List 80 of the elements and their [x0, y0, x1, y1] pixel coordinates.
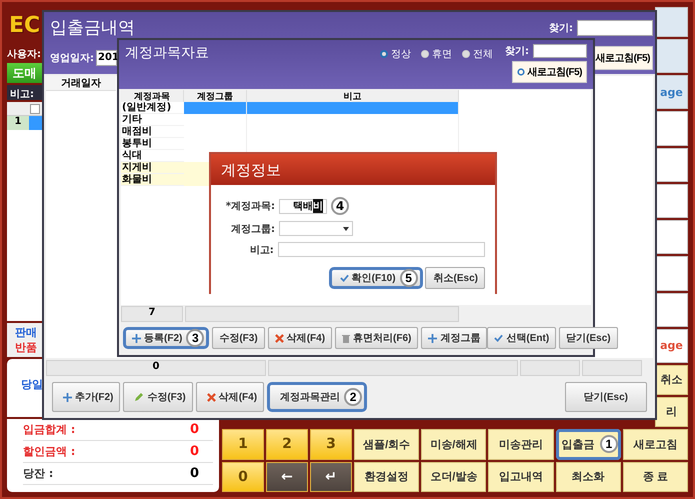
account-name[interactable]: (일반계정): [121, 102, 184, 114]
memo-label: 비고:: [7, 85, 44, 100]
filter-radio[interactable]: 휴면: [421, 47, 452, 61]
function-button[interactable]: 종 료: [622, 462, 688, 492]
dialog-button[interactable]: 취소(Esc): [424, 267, 485, 289]
toolbar-button[interactable]: 수정(F3): [123, 382, 193, 412]
input-field[interactable]: 택배비: [279, 198, 327, 214]
toolbar-button[interactable]: 계정과목관리 2: [267, 382, 368, 412]
function-button[interactable]: 미송/해제: [421, 429, 486, 460]
step-number: 5: [400, 269, 418, 287]
function-button[interactable]: 입고내역: [488, 462, 554, 492]
column-header: 계정그룹: [184, 90, 247, 103]
function-button[interactable]: 취소: [655, 364, 688, 395]
account-name[interactable]: 식대: [121, 150, 184, 162]
window-title: 계정과목자료: [125, 44, 209, 63]
toolbar-button[interactable]: 등록(F2) 3: [123, 327, 210, 349]
window-title: 입출금내역: [50, 17, 135, 39]
close-button[interactable]: 닫기(Esc): [564, 382, 647, 412]
account-name[interactable]: 지게비: [121, 162, 184, 174]
return-label: 반품: [15, 340, 37, 355]
refresh-button[interactable]: 새로고침(F5): [512, 61, 587, 83]
date-label: 영업일자:: [50, 52, 94, 65]
side-tile[interactable]: age: [655, 328, 688, 363]
user-label: 사용자:: [7, 48, 41, 61]
dialog-title: 계정정보: [211, 154, 495, 185]
function-button[interactable]: 샘플/회수: [354, 429, 420, 460]
sale-label: 판매: [15, 325, 37, 340]
search-label: 찾기:: [505, 45, 529, 58]
function-button[interactable]: 환경설정: [354, 462, 420, 492]
account-name[interactable]: 매점비: [121, 126, 184, 138]
row-number: 1: [7, 116, 29, 130]
column-header: 계정과목: [121, 90, 184, 103]
toolbar-button[interactable]: 휴면처리(F6): [335, 327, 418, 349]
function-button[interactable]: 최소화: [556, 462, 621, 492]
keypad-key[interactable]: ↵: [310, 462, 352, 492]
summary-label: 당일: [21, 378, 43, 391]
toolbar-button[interactable]: 삭제(F4): [196, 382, 264, 412]
toolbar-button[interactable]: 계정그룹: [421, 327, 488, 349]
step-number: 3: [186, 329, 204, 347]
summary-value: 0: [190, 466, 199, 481]
field-label: 비고:: [248, 244, 274, 256]
summary-value: 0: [190, 422, 199, 437]
function-button[interactable]: 새로고침: [622, 429, 688, 460]
toolbar-button[interactable]: 삭제(F4): [268, 327, 332, 349]
summary-label: 입금합계 :: [23, 422, 76, 437]
function-button[interactable]: 오더/발송: [421, 462, 486, 492]
search-label: 찾기:: [549, 22, 573, 34]
footer-cell: 0: [46, 360, 266, 376]
step-number: 4: [331, 197, 349, 215]
keypad-key[interactable]: 3: [310, 429, 352, 460]
field-label: *계정과목:: [224, 200, 275, 213]
dialog-button[interactable]: 확인(F10) 5: [328, 267, 423, 289]
toolbar-button[interactable]: 닫기(Esc): [559, 327, 618, 349]
field-label: 계정그룹:: [230, 222, 275, 236]
account-name[interactable]: 기타: [121, 114, 184, 126]
column-header: 거래일자: [46, 76, 116, 91]
keypad-key[interactable]: 1: [222, 429, 264, 460]
column-header: 비고: [247, 90, 459, 103]
keypad-key[interactable]: 0: [222, 462, 264, 492]
toolbar-button[interactable]: 선택(Ent): [487, 327, 556, 349]
function-button[interactable]: 미송관리: [488, 429, 554, 460]
summary-value: 0: [190, 444, 199, 459]
date-field[interactable]: 201: [96, 50, 117, 66]
toolbar-button[interactable]: 수정(F3): [212, 327, 265, 349]
toolbar-button[interactable]: 추가(F2): [52, 382, 120, 412]
account-name[interactable]: 봉투비: [121, 138, 184, 150]
step-number: 2: [344, 388, 362, 406]
summary-label: 할인금액 :: [23, 444, 76, 459]
keypad-key[interactable]: 2: [266, 429, 308, 460]
row-count: 7: [121, 306, 183, 322]
function-button[interactable]: 입출금 1: [556, 429, 621, 460]
function-button[interactable]: 리: [655, 396, 688, 427]
filter-radio[interactable]: 정상: [380, 47, 411, 61]
filter-radio[interactable]: 전체: [462, 47, 493, 61]
summary-label: 당잔 :: [23, 466, 54, 481]
keypad-key[interactable]: ←: [266, 462, 308, 492]
refresh-button[interactable]: 새로고침(F5): [592, 46, 653, 70]
step-number: 1: [600, 435, 618, 454]
account-name[interactable]: 화물비: [121, 174, 184, 186]
logo: EC: [8, 12, 40, 40]
